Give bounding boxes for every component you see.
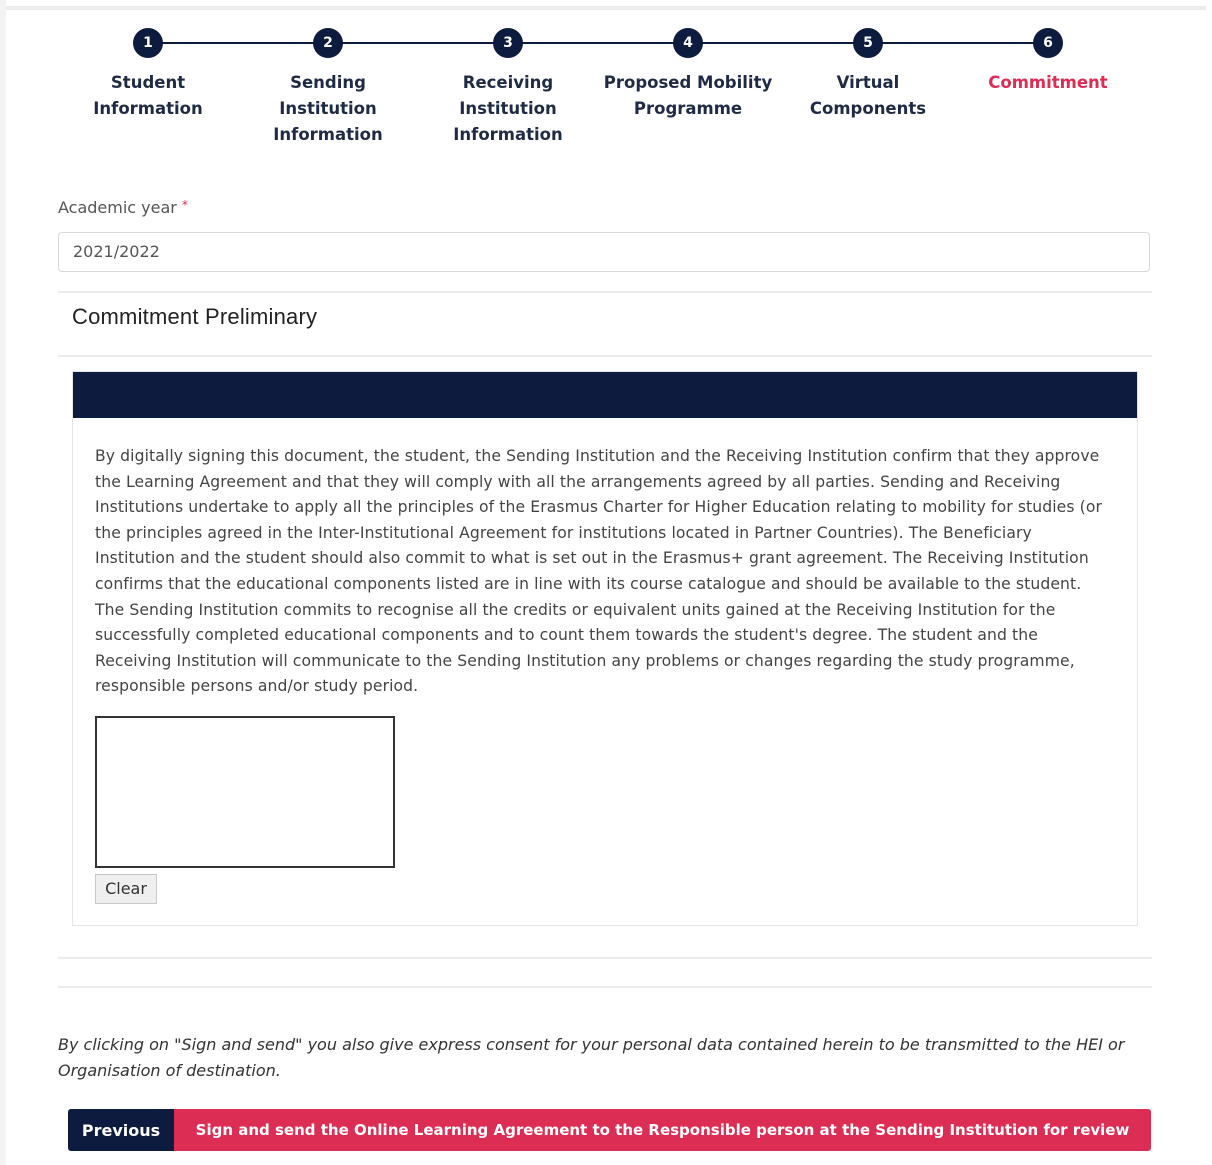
step-number-badge: 2 [313, 28, 343, 58]
step-label: Student Information [93, 73, 203, 118]
step-number-badge: 6 [1033, 28, 1063, 58]
academic-year-label-text: Academic year [58, 198, 177, 217]
previous-button[interactable]: Previous [68, 1109, 174, 1151]
step-receiving-institution[interactable]: 3 Receiving Institution Information [418, 26, 598, 148]
sign-and-send-button[interactable]: Sign and send the Online Learning Agreem… [174, 1109, 1151, 1151]
consent-notice: By clicking on "Sign and send" you also … [58, 1035, 1125, 1080]
section-title: Commitment Preliminary [72, 304, 318, 329]
commitment-text: By digitally signing this document, the … [95, 447, 1102, 696]
step-label: Sending Institution Information [273, 73, 383, 144]
step-label: Proposed Mobility Programme [603, 73, 773, 118]
divider [58, 986, 1152, 988]
academic-year-field[interactable]: 2021/2022 [58, 232, 1150, 272]
step-number-badge: 3 [493, 28, 523, 58]
step-number-badge: 5 [853, 28, 883, 58]
page-edge [0, 0, 6, 1165]
card-body: By digitally signing this document, the … [73, 418, 1137, 904]
step-label: Commitment [988, 73, 1108, 92]
step-virtual-components[interactable]: 5 Virtual Components [778, 26, 958, 122]
divider [58, 957, 1152, 959]
clear-signature-button[interactable]: Clear [95, 873, 157, 904]
academic-year-label: Academic year * [58, 198, 188, 217]
step-number-badge: 1 [133, 28, 163, 58]
step-proposed-mobility[interactable]: 4 Proposed Mobility Programme [598, 26, 778, 122]
progress-stepper: 1 Student Information 2 Sending Institut… [58, 26, 1140, 156]
step-student-information[interactable]: 1 Student Information [58, 26, 238, 122]
top-band [6, 6, 1206, 10]
required-marker: * [181, 198, 188, 212]
step-label: Virtual Components [809, 73, 927, 118]
step-sending-institution[interactable]: 2 Sending Institution Information [238, 26, 418, 148]
step-commitment[interactable]: 6 Commitment [958, 26, 1138, 96]
step-label: Receiving Institution Information [453, 73, 563, 144]
commitment-card: By digitally signing this document, the … [72, 371, 1138, 926]
card-header [73, 372, 1137, 418]
signature-pad[interactable] [95, 715, 395, 868]
divider [58, 355, 1152, 357]
step-number-badge: 4 [673, 28, 703, 58]
divider [58, 291, 1152, 293]
